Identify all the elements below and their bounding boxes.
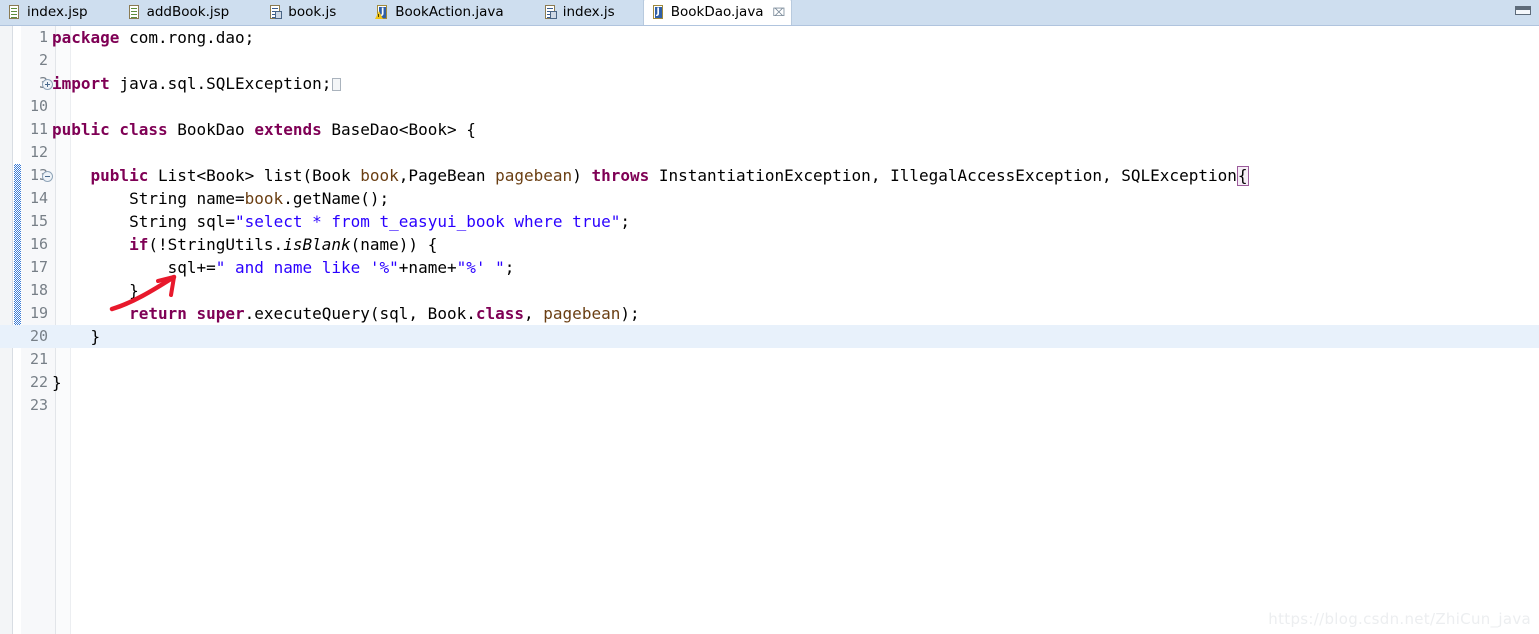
line-number: 12 xyxy=(29,143,48,161)
code-editor[interactable]: 1 package com.rong.dao; 2 3 import java.… xyxy=(0,26,1539,634)
code-line[interactable]: 1 package com.rong.dao; xyxy=(0,26,1539,49)
line-number: 17 xyxy=(29,258,48,276)
line-source: } xyxy=(129,281,139,300)
line-source: } xyxy=(90,327,101,346)
line-source: import java.sql.SQLException; xyxy=(52,72,342,95)
close-icon[interactable]: ⌧ xyxy=(773,7,786,18)
editor-tab-bar: index.jsp addBook.jsp book.js J BookActi… xyxy=(0,0,1539,26)
editor-tab-bookaction-java[interactable]: J BookAction.java xyxy=(368,0,513,25)
line-number: 15 xyxy=(29,212,48,230)
tab-label: book.js xyxy=(288,3,337,20)
code-line[interactable]: 19 return super.executeQuery(sql, Book.c… xyxy=(0,302,1539,325)
code-line-current[interactable]: 20 } xyxy=(0,325,1539,348)
code-line[interactable]: 14 String name=book.getName(); xyxy=(0,187,1539,210)
line-source: } xyxy=(52,373,62,392)
code-line[interactable]: 18 } xyxy=(0,279,1539,302)
matching-bracket-highlight: { xyxy=(1236,166,1249,186)
line-number: 10 xyxy=(29,97,48,115)
jsp-file-icon xyxy=(128,5,142,20)
code-line[interactable]: 12 xyxy=(0,141,1539,164)
line-source: public List<Book> list(Book book,PageBea… xyxy=(90,166,1249,186)
line-number: 1 xyxy=(38,28,48,46)
editor-tab-book-js[interactable]: book.js xyxy=(261,0,346,25)
watermark-text: https://blog.csdn.net/ZhiCun_java xyxy=(1268,610,1531,628)
tab-label: index.js xyxy=(562,3,615,20)
line-number: 14 xyxy=(29,189,48,207)
line-number: 23 xyxy=(29,396,48,414)
line-number: 18 xyxy=(29,281,48,299)
tab-label: BookDao.java xyxy=(670,3,764,20)
editor-tab-bookdao-java[interactable]: J BookDao.java ⌧ xyxy=(642,0,793,25)
code-line[interactable]: 2 xyxy=(0,49,1539,72)
java-file-warning-icon: J xyxy=(375,5,390,20)
line-source: String name=book.getName(); xyxy=(129,189,390,208)
code-line[interactable]: 11 public class BookDao extends BaseDao<… xyxy=(0,118,1539,141)
code-line[interactable]: 16 if(!StringUtils.isBlank(name)) { xyxy=(0,233,1539,256)
line-source: return super.executeQuery(sql, Book.clas… xyxy=(129,304,640,323)
line-source: sql+=" and name like '%"+name+"%' "; xyxy=(167,258,515,277)
java-file-icon: J xyxy=(652,5,666,20)
source-code-area[interactable]: 1 package com.rong.dao; 2 3 import java.… xyxy=(0,26,1539,634)
code-line[interactable]: 10 xyxy=(0,95,1539,118)
line-number: 22 xyxy=(29,373,48,391)
line-source: String sql="select * from t_easyui_book … xyxy=(129,212,630,231)
js-file-icon xyxy=(544,5,558,20)
line-number: 19 xyxy=(29,304,48,322)
line-number: 20 xyxy=(21,325,51,348)
line-source: package com.rong.dao; xyxy=(52,28,255,47)
tab-label: BookAction.java xyxy=(395,3,504,20)
restore-window-button[interactable] xyxy=(1515,6,1531,15)
eclipse-editor-window: index.jsp addBook.jsp book.js J BookActi… xyxy=(0,0,1539,634)
code-line[interactable]: 15 String sql="select * from t_easyui_bo… xyxy=(0,210,1539,233)
line-source: public class BookDao extends BaseDao<Boo… xyxy=(52,120,476,139)
code-line[interactable]: 21 xyxy=(0,348,1539,371)
line-number: 21 xyxy=(29,350,48,368)
jsp-file-icon xyxy=(8,5,22,20)
line-number: 11 xyxy=(29,120,48,138)
code-line[interactable]: 13 public List<Book> list(Book book,Page… xyxy=(0,164,1539,187)
collapsed-imports-indicator[interactable] xyxy=(332,78,342,91)
editor-tab-addbook-jsp[interactable]: addBook.jsp xyxy=(120,0,240,25)
code-line[interactable]: 22 } xyxy=(0,371,1539,394)
code-line[interactable]: 23 xyxy=(0,394,1539,417)
line-source: if(!StringUtils.isBlank(name)) { xyxy=(129,235,438,254)
line-number: 2 xyxy=(38,51,48,69)
tab-label: index.jsp xyxy=(27,3,88,20)
editor-tab-index-jsp[interactable]: index.jsp xyxy=(0,0,98,25)
line-number: 16 xyxy=(29,235,48,253)
editor-tab-index-js[interactable]: index.js xyxy=(536,0,625,25)
code-line[interactable]: 17 sql+=" and name like '%"+name+"%' "; xyxy=(0,256,1539,279)
tab-label: addBook.jsp xyxy=(146,3,230,20)
code-line[interactable]: 3 import java.sql.SQLException; xyxy=(0,72,1539,95)
js-file-icon xyxy=(269,5,283,20)
